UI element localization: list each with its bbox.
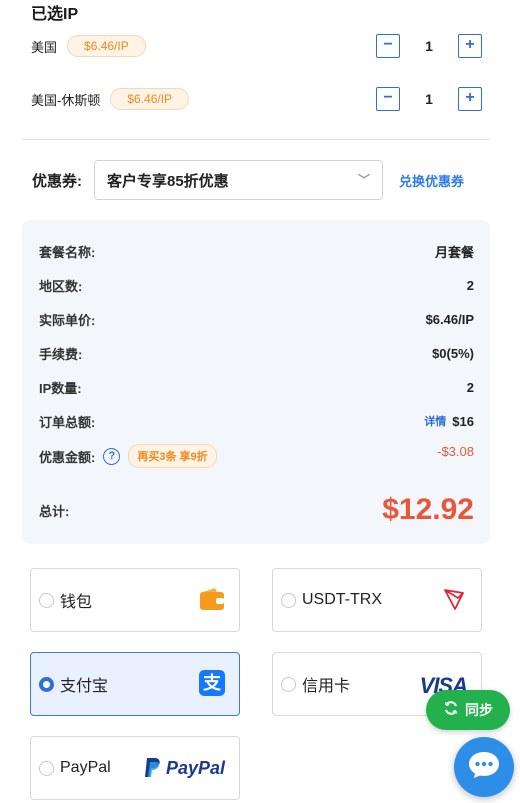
paypal-icon: PayPal <box>144 757 225 779</box>
ip-item-name: 美国 <box>31 39 58 55</box>
section-divider <box>22 139 490 140</box>
payment-label: USDT-TRX <box>302 591 382 608</box>
summary-row-regions: 地区数: 2 <box>39 275 474 295</box>
discount-label: 优惠金额: <box>39 449 96 465</box>
quantity-value: 1 <box>425 91 433 107</box>
radio-button[interactable] <box>39 676 54 692</box>
summary-value: $6.46/IP <box>425 311 474 327</box>
summary-value: 2 <box>466 277 474 293</box>
quantity-stepper: − 1 + <box>376 87 482 111</box>
total-label: 总计: <box>39 503 70 519</box>
order-total-value: $16 <box>452 413 474 429</box>
summary-value-group: 详情 $16 <box>424 413 474 429</box>
summary-row-total: 总计: $12.92 <box>39 493 474 526</box>
wallet-icon <box>199 587 225 616</box>
sync-button[interactable]: 同步 <box>426 690 510 730</box>
order-detail-link[interactable]: 详情 <box>424 413 446 429</box>
discount-value: -$3.08 <box>437 443 474 459</box>
refresh-icon <box>443 700 459 721</box>
increase-button[interactable]: + <box>458 34 482 58</box>
summary-label: 订单总额: <box>39 414 96 430</box>
summary-row-unit-price: 实际单价: $6.46/IP <box>39 309 474 329</box>
radio-button[interactable] <box>281 676 296 692</box>
payment-option-paypal[interactable]: PayPal PayPal <box>30 736 240 800</box>
summary-label: 实际单价: <box>39 312 96 328</box>
summary-row-package: 套餐名称: 月套餐 <box>39 241 474 261</box>
promo-tag: 再买3条 享9折 <box>128 444 217 468</box>
ip-price-badge: $6.46/IP <box>110 88 190 110</box>
coupon-selected-value: 客户专享85折优惠 <box>107 172 229 190</box>
radio-button[interactable] <box>39 592 54 608</box>
ip-item-row: 美国-休斯顿 $6.46/IP − 1 + <box>31 86 482 112</box>
payment-label: PayPal <box>60 759 111 776</box>
summary-label: 地区数: <box>39 278 83 294</box>
decrease-button[interactable]: − <box>376 87 400 111</box>
payment-label: 支付宝 <box>60 678 109 695</box>
payment-label: 信用卡 <box>302 678 351 695</box>
coupon-label: 优惠券: <box>32 173 82 190</box>
summary-row-discount: 优惠金额: ? 再买3条 享9折 -$3.08 <box>39 443 474 468</box>
redeem-coupon-link[interactable]: 兑换优惠券 <box>399 171 464 190</box>
ip-item-row: 美国 $6.46/IP − 1 + <box>31 33 482 59</box>
chat-bubble-icon <box>467 750 501 785</box>
decrease-button[interactable]: − <box>376 34 400 58</box>
alipay-icon: 支 <box>199 670 225 696</box>
payment-label: 钱包 <box>60 594 93 611</box>
summary-label: IP数量: <box>39 380 82 396</box>
payment-option-wallet[interactable]: 钱包 <box>30 568 240 632</box>
summary-row-fee: 手续费: $0(5%) <box>39 343 474 363</box>
coupon-select[interactable]: 客户专享85折优惠 ﹀ <box>94 160 383 200</box>
summary-row-order-total: 订单总额: 详情 $16 <box>39 411 474 431</box>
selected-ip-title: 已选IP <box>31 6 79 23</box>
summary-value: 月套餐 <box>434 244 474 260</box>
summary-value: $0(5%) <box>432 345 474 361</box>
ip-item-name: 美国-休斯顿 <box>31 92 101 108</box>
summary-value: 2 <box>466 379 474 395</box>
order-summary-panel: 套餐名称: 月套餐 地区数: 2 实际单价: $6.46/IP 手续费: $0(… <box>22 220 490 544</box>
ip-price-badge: $6.46/IP <box>67 35 146 57</box>
radio-button[interactable] <box>39 760 54 776</box>
total-value: $12.92 <box>382 493 474 526</box>
chat-button[interactable] <box>454 737 514 797</box>
chevron-down-icon: ﹀ <box>357 173 370 187</box>
payment-option-alipay[interactable]: 支付宝 支 <box>30 652 240 716</box>
help-icon[interactable]: ? <box>103 447 121 465</box>
sync-label: 同步 <box>465 702 493 718</box>
quantity-value: 1 <box>425 38 433 54</box>
summary-label: 手续费: <box>39 346 83 362</box>
summary-row-ip-count: IP数量: 2 <box>39 377 474 397</box>
paypal-logo-text: PayPal <box>165 757 225 778</box>
tron-icon <box>443 587 467 616</box>
radio-button[interactable] <box>281 592 296 608</box>
payment-option-usdt[interactable]: USDT-TRX <box>272 568 482 632</box>
alipay-logo-text: 支 <box>199 670 225 696</box>
increase-button[interactable]: + <box>458 87 482 111</box>
summary-label: 套餐名称: <box>39 244 96 260</box>
summary-label-group: 优惠金额: ? 再买3条 享9折 <box>39 444 217 468</box>
quantity-stepper: − 1 + <box>376 34 482 58</box>
